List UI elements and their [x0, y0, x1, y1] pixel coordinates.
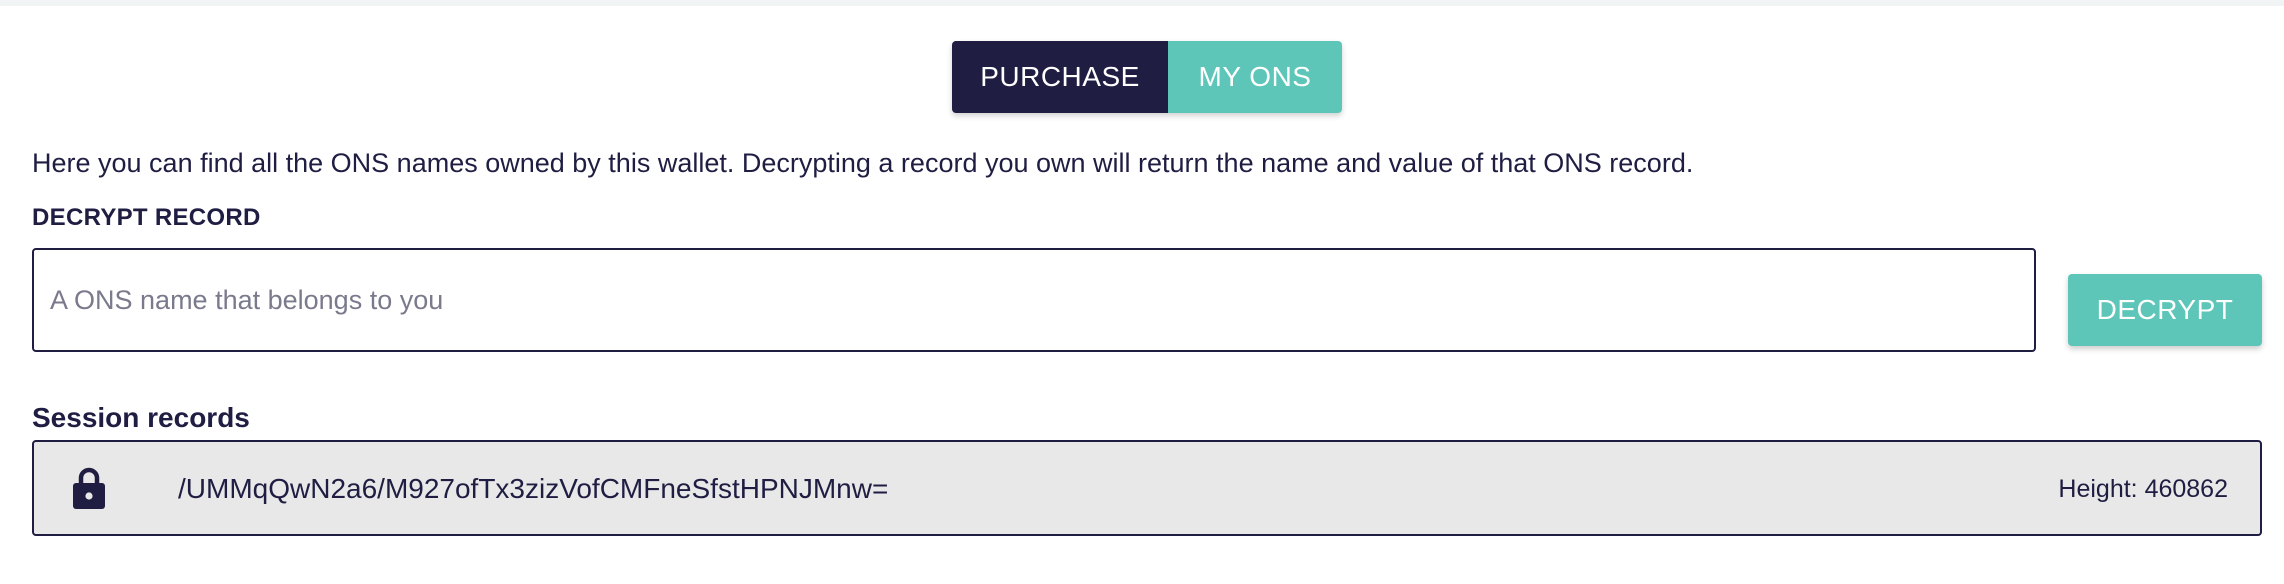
- tab-my-ons[interactable]: MY ONS: [1168, 41, 1342, 113]
- record-name: /UMMqQwN2a6/M927ofTx3zizVofCMFneSfstHPNJ…: [178, 473, 889, 504]
- top-divider: [0, 0, 2284, 6]
- ons-name-input[interactable]: [32, 248, 2036, 352]
- decrypt-record-label: DECRYPT RECORD: [32, 204, 261, 231]
- decrypt-button[interactable]: DECRYPT: [2068, 274, 2262, 346]
- tab-purchase[interactable]: PURCHASE: [952, 41, 1168, 113]
- lock-icon: [73, 467, 105, 509]
- session-record-row[interactable]: /UMMqQwN2a6/M927ofTx3zizVofCMFneSfstHPNJ…: [32, 440, 2262, 536]
- ons-tab-switcher: PURCHASE MY ONS: [952, 41, 1342, 113]
- record-height: Height: 460862: [2058, 475, 2228, 503]
- intro-description: Here you can find all the ONS names owne…: [32, 148, 1694, 178]
- session-records-heading: Session records: [32, 402, 250, 433]
